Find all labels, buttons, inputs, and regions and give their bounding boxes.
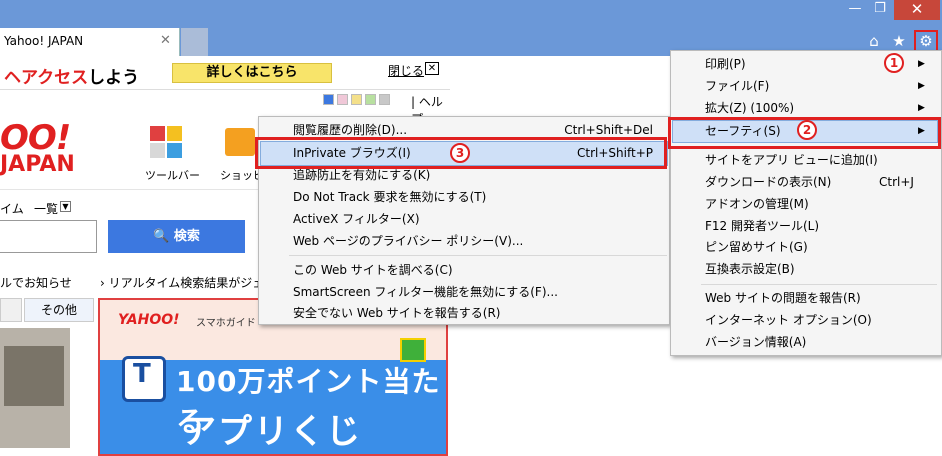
toolbar-icon[interactable] [148, 126, 184, 160]
ad-subheadline: アプリくじ [182, 412, 362, 452]
theme-swatch[interactable] [337, 94, 348, 105]
title-bar: — ❐ ✕ [0, 0, 942, 28]
star-icon[interactable]: ★ [889, 31, 909, 51]
new-tab-button[interactable] [181, 28, 208, 56]
step-badge-2: 2 [797, 120, 817, 140]
ad-guide: スマホガイド [196, 318, 256, 329]
menu-item-manage-addons[interactable]: アドオンの管理(M) [671, 193, 941, 215]
tab-yahoo[interactable]: Yahoo! JAPAN ✕ [0, 28, 180, 56]
shopping-cart-icon[interactable] [225, 128, 255, 156]
tab-close-icon[interactable]: ✕ [160, 33, 171, 48]
realtime-results-link[interactable]: › リアルタイム検索結果がジェッ [100, 274, 276, 291]
menu-item-activex-filter[interactable]: ActiveX フィルター(X) [259, 208, 669, 230]
side-tab[interactable] [0, 298, 22, 322]
step-badge-1: 1 [884, 53, 904, 73]
menu-item-report-problem[interactable]: Web サイトの問題を報告(R) [671, 287, 941, 309]
gear-icon[interactable]: ⚙ [914, 30, 938, 52]
banner-text: ヘアクセスしよう [4, 63, 139, 88]
home-icon[interactable]: ⌂ [864, 31, 884, 51]
menu-item-do-not-track[interactable]: Do Not Track 要求を無効にする(T) [259, 186, 669, 208]
menu-separator [701, 284, 937, 285]
toolbar-label[interactable]: ツールバー [145, 167, 200, 183]
chevron-right-icon: ▶ [918, 81, 925, 91]
menu-item-downloads[interactable]: ダウンロードの表示(N) Ctrl+J [671, 171, 941, 193]
menu-item-report-unsafe[interactable]: 安全でない Web サイトを報告する(R) [259, 302, 669, 324]
close-link[interactable]: 閉じる [388, 62, 424, 79]
search-input[interactable] [0, 220, 97, 253]
theme-swatch[interactable] [323, 94, 334, 105]
close-icon[interactable]: ✕ [425, 62, 439, 75]
menu-item-privacy-policy[interactable]: Web ページのプライバシー ポリシー(V)... [259, 230, 669, 252]
chevron-right-icon: ▶ [918, 103, 925, 113]
menu-item-about[interactable]: バージョン情報(A) [671, 331, 941, 353]
ad-brand: YAHOO! [118, 312, 180, 328]
tab-title: Yahoo! JAPAN [4, 34, 84, 48]
menu-item-pinned-sites[interactable]: ピン留めサイト(G) [671, 236, 941, 258]
chevron-down-icon[interactable]: ▼ [60, 201, 71, 212]
menu-item-add-app-view[interactable]: サイトをアプリ ビューに追加(I) [671, 149, 941, 171]
realtime-tab[interactable]: イム [0, 200, 24, 217]
search-button[interactable]: 🔍 検索 [108, 220, 245, 253]
minimize-button[interactable]: — [842, 0, 868, 20]
menu-item-internet-options[interactable]: インターネット オプション(O) [671, 309, 941, 331]
menu-item-check-site[interactable]: この Web サイトを調べる(C) [259, 259, 669, 281]
news-photo-detail [4, 346, 64, 406]
yahoo-logo-sub: JAPAN [0, 152, 75, 177]
tools-menu: 印刷(P) ▶ ファイル(F) ▶ 拡大(Z) (100%) ▶ セーフティ(S… [670, 50, 942, 356]
theme-swatch[interactable] [379, 94, 390, 105]
tpoint-logo: T [122, 356, 166, 402]
menu-item-dev-tools[interactable]: F12 開発者ツール(L) [671, 215, 941, 237]
menu-item-smartscreen[interactable]: SmartScreen フィルター機能を無効にする(F)... [259, 281, 669, 303]
notice-link[interactable]: ルでお知らせ [0, 274, 72, 291]
maximize-button[interactable]: ❐ [868, 0, 892, 20]
close-window-button[interactable]: ✕ [894, 0, 940, 20]
chevron-right-icon: ▶ [918, 59, 925, 69]
menu-item-file[interactable]: ファイル(F) ▶ [671, 75, 941, 97]
theme-swatch[interactable] [351, 94, 362, 105]
list-link[interactable]: 一覧 [34, 200, 58, 217]
tab-other[interactable]: その他 [24, 298, 94, 322]
theme-swatches [323, 94, 393, 108]
banner-suffix: しよう [88, 68, 140, 88]
details-button[interactable]: 詳しくはこちら [172, 63, 332, 83]
gift-icon [400, 338, 426, 362]
menu-item-compat-view[interactable]: 互換表示設定(B) [671, 258, 941, 280]
step-badge-3: 3 [450, 143, 470, 163]
menu-separator [289, 255, 667, 256]
banner-prefix: ヘアクセス [4, 68, 89, 88]
menu-item-zoom[interactable]: 拡大(Z) (100%) ▶ [671, 97, 941, 119]
divider [0, 89, 450, 90]
theme-swatch[interactable] [365, 94, 376, 105]
